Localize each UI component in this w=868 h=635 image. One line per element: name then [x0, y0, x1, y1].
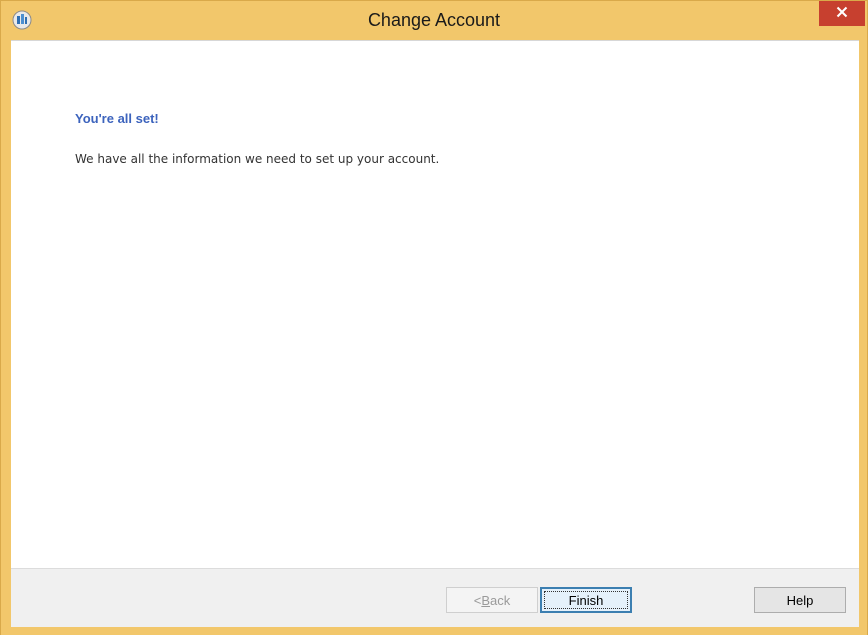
success-heading: You're all set! [75, 111, 159, 126]
title-bar[interactable]: Change Account [1, 1, 867, 39]
change-account-dialog: Change Account You're all set! We have a… [0, 0, 868, 635]
back-label-rest: ack [490, 592, 511, 608]
dialog-content: You're all set! We have all the informat… [11, 40, 859, 569]
help-button[interactable]: Help [754, 587, 846, 613]
button-bar: < Back Finish Help [11, 568, 859, 628]
close-button[interactable] [819, 1, 865, 26]
window-bottom-border [1, 627, 867, 635]
setup-message: We have all the information we need to s… [75, 152, 440, 166]
close-icon [836, 5, 848, 23]
back-access-key: B [481, 592, 491, 608]
finish-button[interactable]: Finish [540, 587, 632, 613]
finish-label: Finish [568, 592, 604, 608]
back-label-prefix: < [473, 592, 482, 608]
help-label: Help [786, 592, 814, 608]
back-button[interactable]: < Back [446, 587, 538, 613]
window-title: Change Account [367, 10, 501, 30]
